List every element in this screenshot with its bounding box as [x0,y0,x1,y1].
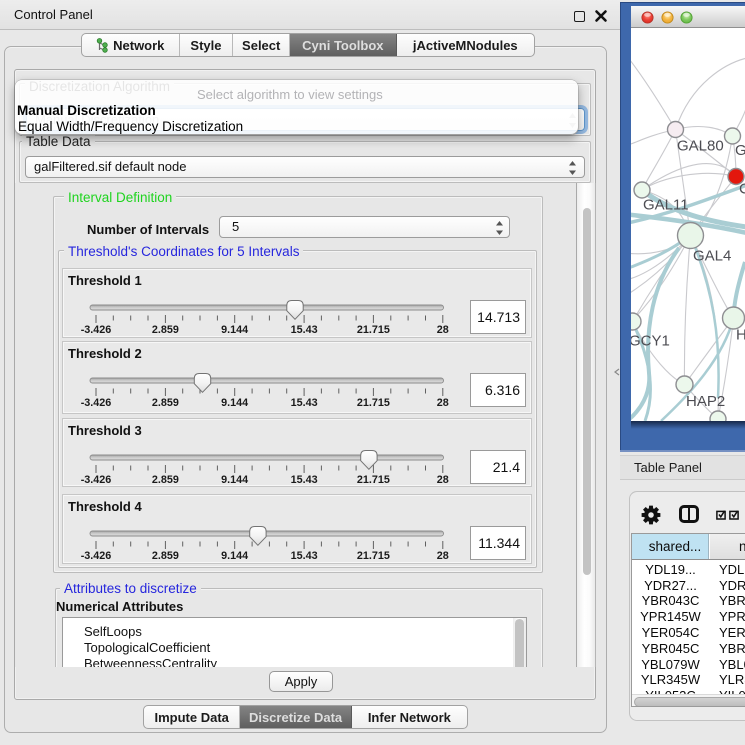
svg-text:2.859: 2.859 [152,324,179,336]
svg-text:CY: CY [739,181,745,198]
svg-text:28: 28 [437,474,449,486]
svg-text:HA: HA [736,327,745,344]
svg-text:9.144: 9.144 [221,474,248,486]
svg-text:15.43: 15.43 [291,474,318,486]
svg-text:GCY1: GCY1 [631,333,670,350]
svg-text:15.43: 15.43 [291,397,318,409]
svg-text:21.715: 21.715 [357,550,390,562]
svg-text:GAL4: GAL4 [693,248,731,265]
svg-text:-3.426: -3.426 [81,550,112,562]
svg-text:9.144: 9.144 [221,324,248,336]
svg-text:2.859: 2.859 [152,474,179,486]
svg-text:-3.426: -3.426 [81,474,112,486]
svg-text:HAP2: HAP2 [686,393,725,410]
svg-text:GA: GA [735,142,745,159]
svg-text:9.144: 9.144 [221,397,248,409]
svg-text:21.715: 21.715 [357,397,390,409]
svg-text:GAL11: GAL11 [643,197,689,214]
svg-text:2.859: 2.859 [152,550,179,562]
svg-text:2.859: 2.859 [152,397,179,409]
svg-text:28: 28 [437,324,449,336]
svg-text:28: 28 [437,550,449,562]
svg-text:-3.426: -3.426 [81,324,112,336]
svg-text:21.715: 21.715 [357,324,390,336]
svg-text:-3.426: -3.426 [81,397,112,409]
svg-text:GAL80: GAL80 [677,138,724,155]
svg-text:9.144: 9.144 [221,550,248,562]
svg-text:15.43: 15.43 [291,550,318,562]
svg-text:28: 28 [437,397,449,409]
svg-text:15.43: 15.43 [291,324,318,336]
svg-text:21.715: 21.715 [357,474,390,486]
